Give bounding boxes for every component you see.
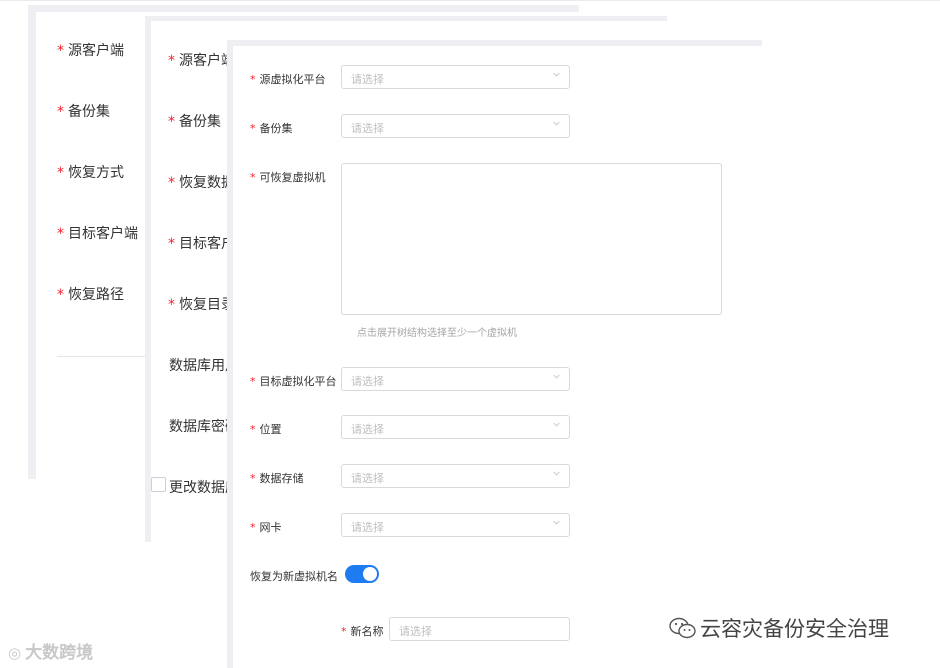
backup-set-select[interactable]: 请选择 xyxy=(341,114,570,138)
field-label-source-client: * 源客户端 xyxy=(57,43,124,59)
chevron-down-icon xyxy=(553,374,560,379)
select-placeholder: 请选择 xyxy=(351,521,384,534)
field-label-restore-new-name: 恢复为新虚拟机名 xyxy=(250,570,338,583)
watermark-left-logo-icon: ◎ xyxy=(8,644,22,662)
panel1-divider xyxy=(57,356,145,357)
select-placeholder: 请选择 xyxy=(351,375,384,388)
nic-select[interactable]: 请选择 xyxy=(341,513,570,537)
vm-tree-box[interactable] xyxy=(341,163,722,315)
top-divider xyxy=(0,0,940,1)
chevron-down-icon xyxy=(553,520,560,525)
field-label-backup-set-2: * 备份集 xyxy=(168,114,221,130)
wechat-icon xyxy=(669,617,696,639)
input-placeholder: 请选择 xyxy=(399,625,432,638)
field-label-restore-data: * 恢复数据 xyxy=(168,175,235,191)
panel-edge-top-2 xyxy=(145,16,667,21)
new-name-input[interactable]: 请选择 xyxy=(389,617,570,641)
datastore-select[interactable]: 请选择 xyxy=(341,464,570,488)
change-db-checkbox[interactable] xyxy=(151,477,166,492)
field-label-target-client-2: * 目标客户 xyxy=(168,236,235,252)
select-placeholder: 请选择 xyxy=(351,122,384,135)
field-label-target-client: * 目标客户端 xyxy=(57,226,138,242)
field-label-recoverable-vm: * 可恢复虚拟机 xyxy=(250,171,326,184)
panel-edge-left-2 xyxy=(145,16,151,542)
field-label-source-platform: * 源虚拟化平台 xyxy=(250,73,326,86)
location-select[interactable]: 请选择 xyxy=(341,415,570,439)
chevron-down-icon xyxy=(553,422,560,427)
panel-edge-left-1 xyxy=(28,5,36,479)
watermark-left: ◎ 大数跨境 xyxy=(8,643,94,663)
field-label-source-client-2: * 源客户端 xyxy=(168,53,235,69)
chevron-down-icon xyxy=(553,121,560,126)
field-label-target-platform: * 目标虚拟化平台 xyxy=(250,375,337,388)
vm-tree-hint: 点击展开树结构选择至少一个虚拟机 xyxy=(357,328,517,339)
field-label-nic: * 网卡 xyxy=(250,521,282,534)
select-placeholder: 请选择 xyxy=(351,73,384,86)
watermark-right: 云容灾备份安全治理 xyxy=(668,613,889,643)
panel-edge-top-1 xyxy=(28,5,579,12)
field-label-restore-method: * 恢复方式 xyxy=(57,165,124,181)
chevron-down-icon xyxy=(553,72,560,77)
select-placeholder: 请选择 xyxy=(351,472,384,485)
field-label-restore-path: * 恢复路径 xyxy=(57,287,124,303)
field-label-backup-set-3: * 备份集 xyxy=(250,122,293,135)
target-platform-select[interactable]: 请选择 xyxy=(341,367,570,391)
field-label-backup-set: * 备份集 xyxy=(57,104,110,120)
toggle-knob xyxy=(363,567,377,581)
select-placeholder: 请选择 xyxy=(351,423,384,436)
chevron-down-icon xyxy=(553,471,560,476)
field-label-datastore: * 数据存储 xyxy=(250,472,304,485)
restore-new-name-toggle[interactable] xyxy=(345,565,379,583)
restore-panel-vm: * 源虚拟化平台 请选择 * 备份集 请选择 * 可恢复虚拟机 点击展开树结构选择至少… xyxy=(233,46,762,668)
field-label-restore-dir: * 恢复目录 xyxy=(168,297,235,313)
source-platform-select[interactable]: 请选择 xyxy=(341,65,570,89)
field-label-location: * 位置 xyxy=(250,423,282,436)
field-label-new-name: * 新名称 xyxy=(341,625,384,638)
